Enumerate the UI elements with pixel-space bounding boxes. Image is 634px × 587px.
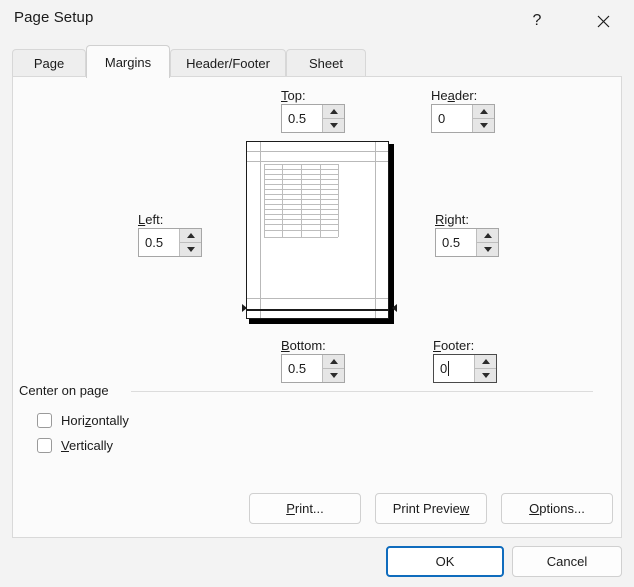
checkbox-horizontally[interactable]: Horizontally <box>37 413 129 428</box>
right-margin-increment-button[interactable] <box>477 229 498 243</box>
chevron-up-icon <box>329 359 338 364</box>
tab-sheet[interactable]: Sheet <box>286 49 366 77</box>
chevron-down-icon <box>329 123 338 128</box>
bottom-margin-handle-left[interactable] <box>242 304 247 312</box>
tab-margins[interactable]: Margins <box>86 45 170 78</box>
right-margin-value[interactable]: 0.5 <box>436 229 476 256</box>
right-margin-spinner[interactable]: 0.5 <box>435 228 499 257</box>
bottom-margin-handle-right[interactable] <box>392 304 397 312</box>
footer-margin-text: 0 <box>440 361 448 376</box>
preview-header-guide <box>247 151 388 152</box>
text-caret <box>448 361 450 376</box>
left-margin-spinner[interactable]: 0.5 <box>138 228 202 257</box>
tab-header-footer-label: Header/Footer <box>186 56 270 71</box>
footer-margin-value[interactable]: 0 <box>434 355 474 382</box>
checkbox-vertically-box[interactable] <box>37 438 52 453</box>
print-button[interactable]: Print... <box>249 493 361 524</box>
dialog-title: Page Setup <box>14 9 94 26</box>
chevron-up-icon <box>186 233 195 238</box>
close-icon[interactable] <box>580 0 626 42</box>
preview-top-margin-guide <box>247 161 388 162</box>
print-preview-button-label: Print Preview <box>392 501 470 516</box>
top-margin-increment-button[interactable] <box>323 105 344 119</box>
top-margin-label: Top: <box>281 88 306 103</box>
header-margin-spin-buttons <box>472 105 494 132</box>
left-margin-decrement-button[interactable] <box>180 243 201 256</box>
checkbox-vertically-label: Vertically <box>61 438 114 453</box>
preview-bottom-margin-guide <box>247 298 388 299</box>
preview-left-margin-guide <box>260 142 261 318</box>
tab-header-footer[interactable]: Header/Footer <box>170 49 286 77</box>
left-margin-value[interactable]: 0.5 <box>139 229 179 256</box>
chevron-up-icon <box>329 109 338 114</box>
tab-margins-label: Margins <box>104 54 152 70</box>
page-margin-preview <box>242 141 397 324</box>
group-divider <box>131 391 593 392</box>
checkbox-horizontally-box[interactable] <box>37 413 52 428</box>
print-button-label: Print... <box>286 501 324 516</box>
footer-margin-decrement-button[interactable] <box>475 369 496 382</box>
help-icon[interactable]: ? <box>514 0 560 42</box>
header-margin-value[interactable]: 0 <box>432 105 472 132</box>
top-margin-decrement-button[interactable] <box>323 119 344 132</box>
preview-footer-guide <box>247 309 388 311</box>
right-margin-label: Right: <box>435 212 469 227</box>
checkbox-vertically[interactable]: Vertically <box>37 438 113 453</box>
left-margin-increment-button[interactable] <box>180 229 201 243</box>
tab-sheet-label: Sheet <box>309 56 343 71</box>
tab-page-label: Page <box>33 56 65 71</box>
header-margin-increment-button[interactable] <box>473 105 494 119</box>
chevron-down-icon <box>329 373 338 378</box>
top-margin-value[interactable]: 0.5 <box>282 105 322 132</box>
chevron-down-icon <box>481 373 490 378</box>
print-preview-button[interactable]: Print Preview <box>375 493 487 524</box>
right-margin-decrement-button[interactable] <box>477 243 498 256</box>
ok-button-label: OK <box>435 554 455 569</box>
header-margin-label: Header: <box>431 88 478 103</box>
chevron-down-icon <box>186 247 195 252</box>
left-margin-label: Left: <box>138 212 164 227</box>
chevron-down-icon <box>479 123 488 128</box>
footer-margin-spinner[interactable]: 0 <box>433 354 497 383</box>
right-margin-spin-buttons <box>476 229 498 256</box>
footer-margin-label: Footer: <box>433 338 475 353</box>
chevron-up-icon <box>479 109 488 114</box>
preview-page <box>246 141 389 319</box>
center-on-page-title: Center on page <box>19 383 115 398</box>
preview-right-margin-guide <box>375 142 376 318</box>
tab-page[interactable]: Page <box>12 49 86 77</box>
cancel-button[interactable]: Cancel <box>512 546 622 577</box>
title-bar: Page Setup ? <box>0 0 634 42</box>
left-margin-spin-buttons <box>179 229 201 256</box>
options-button-label: Options... <box>529 501 585 516</box>
bottom-margin-spin-buttons <box>322 355 344 382</box>
footer-margin-increment-button[interactable] <box>475 355 496 369</box>
chevron-up-icon <box>483 233 492 238</box>
checkbox-horizontally-label: Horizontally <box>61 413 129 428</box>
footer-margin-spin-buttons <box>474 355 496 382</box>
top-margin-spin-buttons <box>322 105 344 132</box>
header-margin-spinner[interactable]: 0 <box>431 104 495 133</box>
bottom-margin-label: Bottom: <box>281 338 326 353</box>
bottom-margin-decrement-button[interactable] <box>323 369 344 382</box>
bottom-margin-increment-button[interactable] <box>323 355 344 369</box>
top-margin-spinner[interactable]: 0.5 <box>281 104 345 133</box>
chevron-down-icon <box>483 247 492 252</box>
tab-strip: Page Margins Header/Footer Sheet <box>12 45 622 78</box>
margins-tab-panel: Top: 0.5 Header: 0 Left: 0.5 Right: 0.5 <box>12 76 622 538</box>
options-button[interactable]: Options... <box>501 493 613 524</box>
chevron-up-icon <box>481 359 490 364</box>
header-margin-decrement-button[interactable] <box>473 119 494 132</box>
ok-button[interactable]: OK <box>386 546 504 577</box>
preview-data-grid <box>264 164 339 238</box>
bottom-margin-spinner[interactable]: 0.5 <box>281 354 345 383</box>
bottom-margin-value[interactable]: 0.5 <box>282 355 322 382</box>
cancel-button-label: Cancel <box>546 554 588 569</box>
center-on-page-group: Center on page Horizontally Vertically <box>19 383 593 463</box>
